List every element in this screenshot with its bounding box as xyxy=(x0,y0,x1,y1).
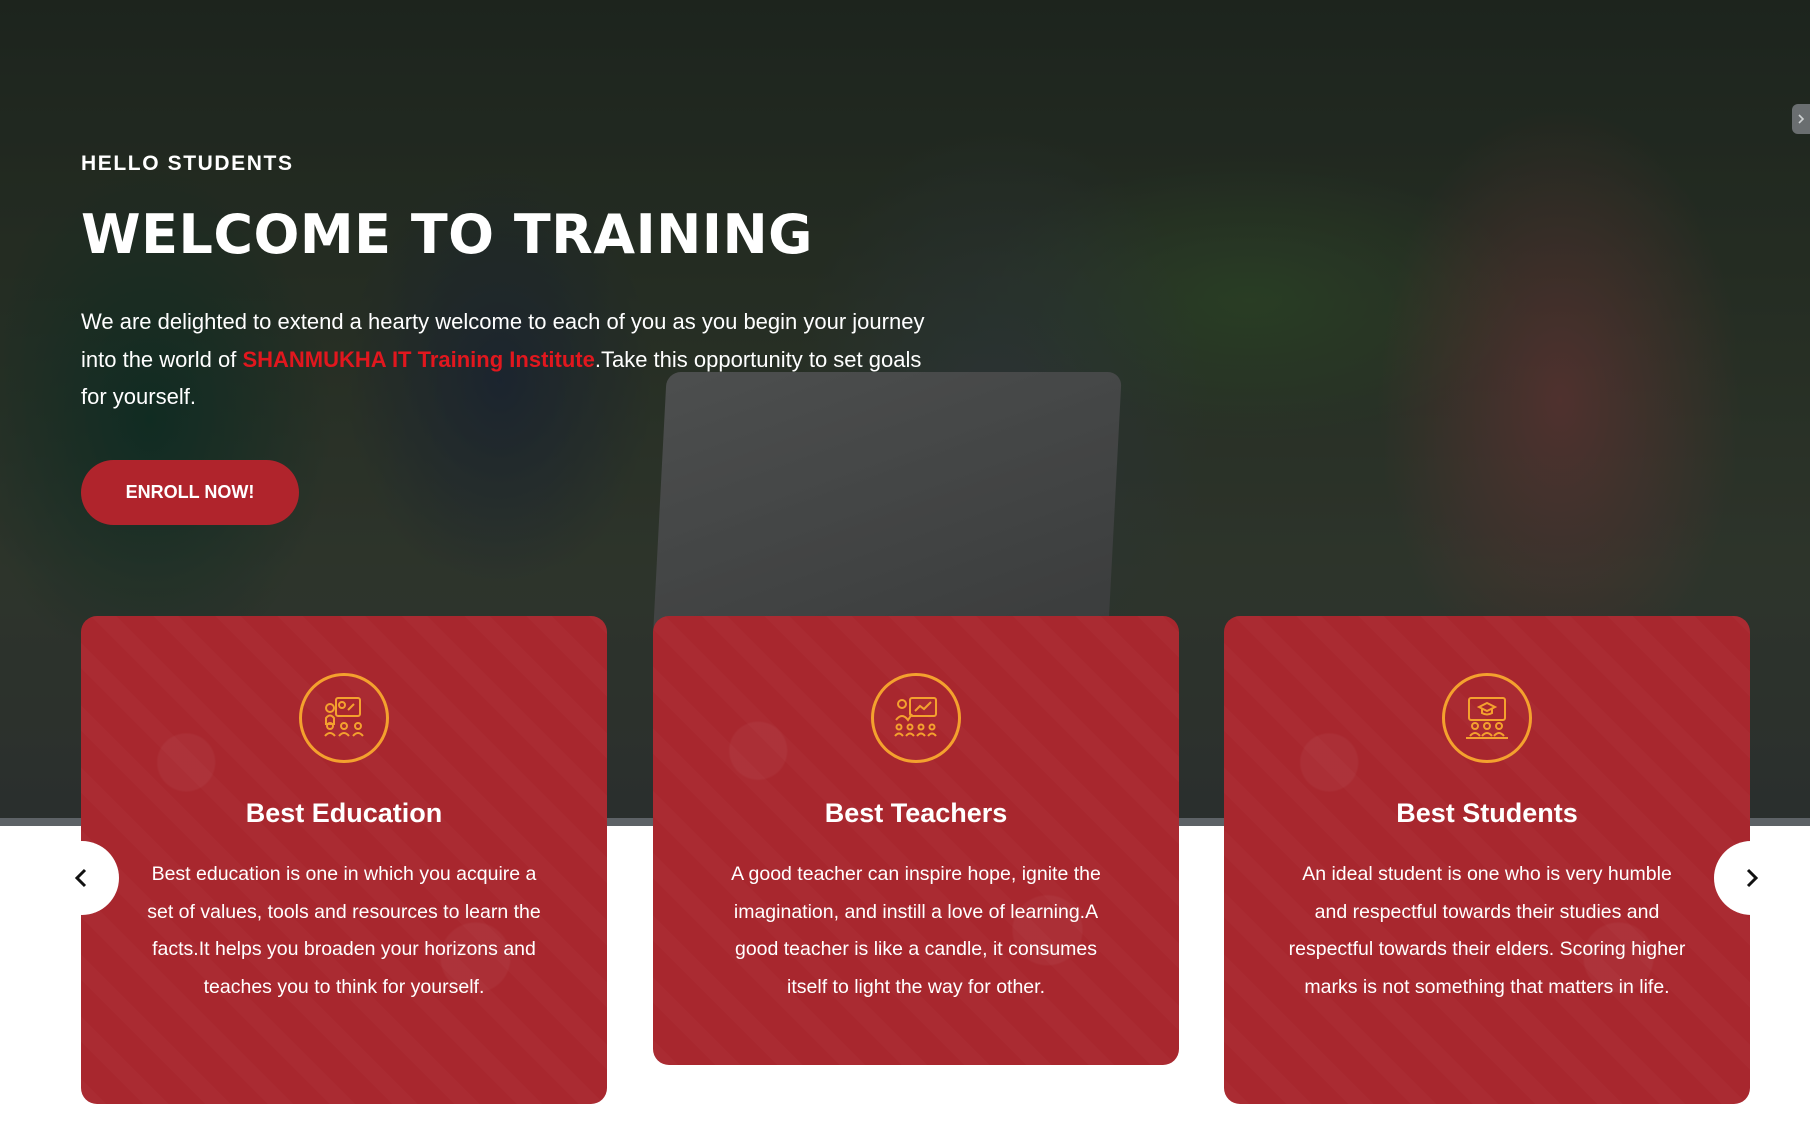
hero-tagline: HELLO STUDENTS xyxy=(81,152,294,175)
students-icon xyxy=(1442,673,1532,763)
chevron-right-icon xyxy=(1746,868,1759,888)
card-title: Best Students xyxy=(1396,798,1578,828)
card-text: Best education is one in which you acqui… xyxy=(147,863,541,998)
chevron-right-icon xyxy=(1798,114,1805,124)
carousel-next-button[interactable] xyxy=(1714,841,1788,915)
enroll-now-button[interactable]: ENROLL NOW! xyxy=(81,460,299,525)
card-title: Best Education xyxy=(245,798,443,828)
side-tab-toggle[interactable] xyxy=(1792,104,1810,134)
education-icon xyxy=(299,673,389,763)
feature-card-education: Best Education Best education is one in … xyxy=(81,616,607,1104)
carousel-prev-button[interactable] xyxy=(45,841,119,915)
card-text: An ideal student is one who is very humb… xyxy=(1288,863,1686,998)
hero-title: WELCOME TO TRAINING xyxy=(81,203,813,266)
hero-description: We are delighted to extend a hearty welc… xyxy=(81,303,941,416)
institute-name-highlight: SHANMUKHA IT Training Institute xyxy=(242,346,595,372)
teacher-icon xyxy=(871,673,961,763)
feature-card-teachers: Best Teachers A good teacher can inspire… xyxy=(653,616,1179,1065)
card-title: Best Teachers xyxy=(824,798,1008,828)
card-text: A good teacher can inspire hope, ignite … xyxy=(731,863,1101,998)
chevron-left-icon xyxy=(74,868,87,888)
feature-card-students: Best Students An ideal student is one wh… xyxy=(1224,616,1750,1104)
